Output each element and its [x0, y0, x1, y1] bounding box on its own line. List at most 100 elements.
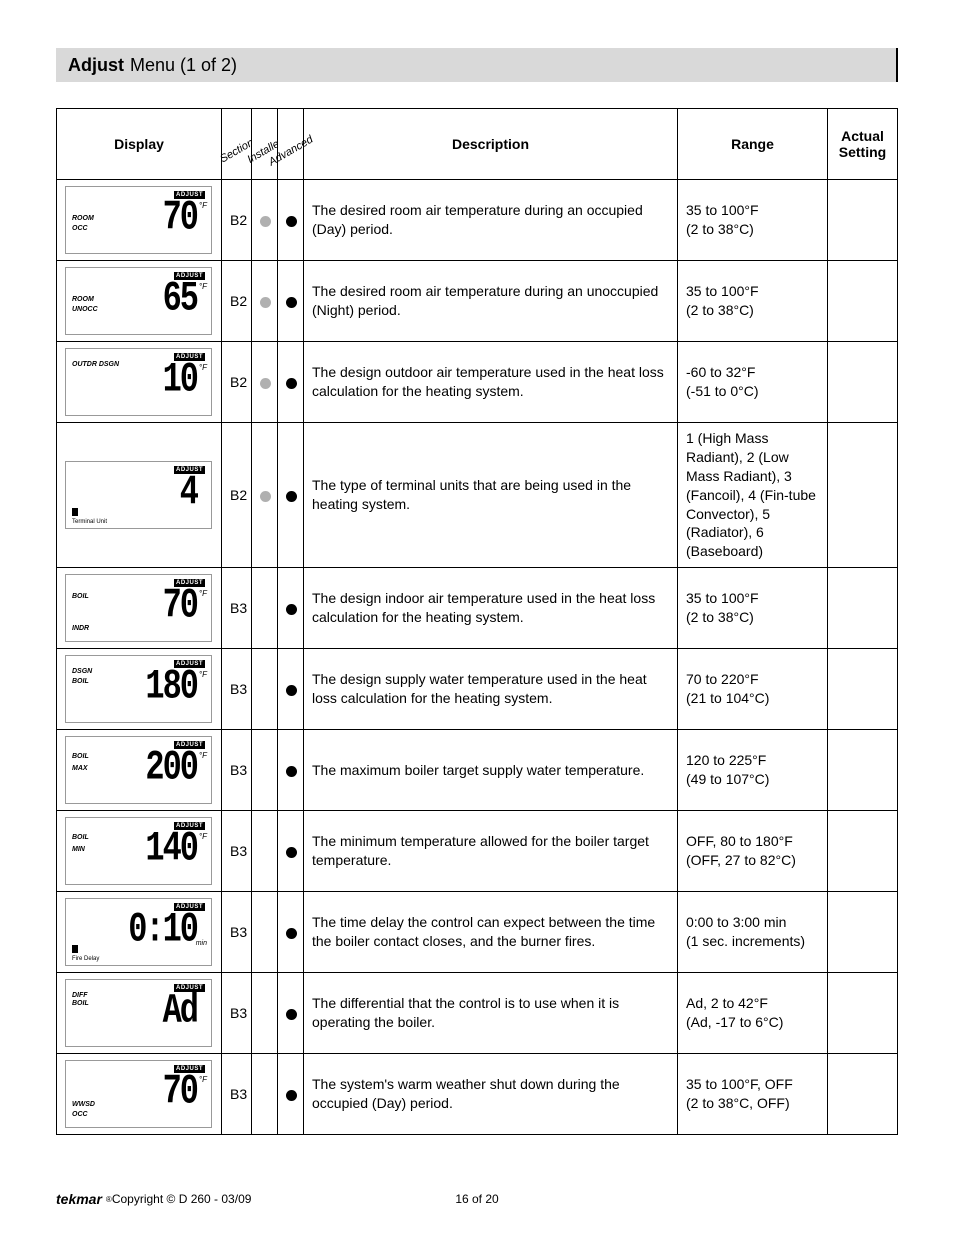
- actual-setting-cell: [828, 342, 898, 423]
- lcd-subunit: min: [196, 940, 207, 947]
- lcd-label-2: OCC: [72, 1111, 88, 1118]
- header-advanced: Advanced: [278, 109, 304, 180]
- dot-icon: [286, 604, 297, 615]
- installer-cell: [252, 973, 278, 1054]
- dot-icon: [286, 685, 297, 696]
- table-row: ADJUST0:10minFire DelayB3The time delay …: [57, 892, 898, 973]
- range-cell: Ad, 2 to 42°F(Ad, -17 to 6°C): [678, 973, 828, 1054]
- lcd-value: 180: [145, 663, 197, 711]
- dot-icon: [286, 847, 297, 858]
- header-description: Description: [304, 109, 678, 180]
- title-rest: Menu (1 of 2): [130, 55, 237, 76]
- lcd-label-2: OCC: [72, 225, 88, 232]
- installer-cell: [252, 342, 278, 423]
- actual-setting-cell: [828, 423, 898, 568]
- description-cell: The maximum boiler target supply water t…: [304, 730, 678, 811]
- lcd-label-1: WWSD: [72, 1101, 95, 1108]
- advanced-cell: [278, 342, 304, 423]
- range-cell: 0:00 to 3:00 min(1 sec. increments): [678, 892, 828, 973]
- lcd-label-2: UNOCC: [72, 306, 98, 313]
- lcd-unit: °F: [199, 201, 207, 210]
- table-container: Display Section Installer Advanced Descr…: [56, 108, 898, 1135]
- dot-icon: [260, 491, 271, 502]
- installer-cell: [252, 649, 278, 730]
- installer-cell: [252, 261, 278, 342]
- display-cell: ADJUST0:10minFire Delay: [57, 892, 222, 973]
- range-cell: 35 to 100°F(2 to 38°C): [678, 180, 828, 261]
- table-row: ADJUST70°FROOMOCCB2The desired room air …: [57, 180, 898, 261]
- dot-icon: [286, 766, 297, 777]
- header-section: Section: [222, 109, 252, 180]
- description-cell: The minimum temperature allowed for the …: [304, 811, 678, 892]
- lcd-label-top: DIFF: [72, 992, 88, 999]
- actual-setting-cell: [828, 649, 898, 730]
- dot-icon: [286, 297, 297, 308]
- section-cell: B3: [222, 892, 252, 973]
- display-cell: ADJUSTAdDIFFBOIL: [57, 973, 222, 1054]
- range-cell: 35 to 100°F, OFF(2 to 38°C, OFF): [678, 1054, 828, 1135]
- dot-icon: [260, 378, 271, 389]
- table-row: ADJUST200°FBOILMAXB3 The maximum boiler t…: [57, 730, 898, 811]
- header-display: Display: [57, 109, 222, 180]
- display-cell: ADJUST70°FBOILINDR: [57, 568, 222, 649]
- lcd-display: ADJUST0:10minFire Delay: [65, 898, 212, 966]
- advanced-cell: [278, 730, 304, 811]
- document-page: Adjust Menu (1 of 2) Display Section Ins…: [0, 0, 954, 1235]
- table-body: ADJUST70°FROOMOCCB2The desired room air …: [57, 180, 898, 1135]
- lcd-label-1: ROOM: [72, 296, 94, 303]
- display-cell: ADJUST65°FROOMUNOCC: [57, 261, 222, 342]
- lcd-display: ADJUST200°FBOILMAX: [65, 736, 212, 804]
- lcd-value: 0:10: [128, 906, 197, 954]
- dot-icon: [286, 216, 297, 227]
- advanced-cell: [278, 1054, 304, 1135]
- actual-setting-cell: [828, 730, 898, 811]
- lcd-unit: °F: [199, 670, 207, 679]
- lcd-unit: °F: [199, 751, 207, 760]
- lcd-unit: °F: [199, 363, 207, 372]
- description-cell: The design supply water temperature used…: [304, 649, 678, 730]
- description-cell: The design indoor air temperature used i…: [304, 568, 678, 649]
- lcd-label-1: BOIL: [72, 593, 89, 600]
- lcd-value: 10: [163, 355, 197, 403]
- range-cell: 35 to 100°F(2 to 38°C): [678, 261, 828, 342]
- lcd-label-1: ROOM: [72, 215, 94, 222]
- lcd-display: ADJUST140°FBOILMIN: [65, 817, 212, 885]
- range-cell: 70 to 220°F(21 to 104°C): [678, 649, 828, 730]
- table-row: ADJUST4Terminal UnitB2The type of termin…: [57, 423, 898, 568]
- range-cell: OFF, 80 to 180°F(OFF, 27 to 82°C): [678, 811, 828, 892]
- section-cell: B3: [222, 1054, 252, 1135]
- lcd-display: ADJUST70°FROOMOCC: [65, 186, 212, 254]
- installer-cell: [252, 811, 278, 892]
- dot-icon: [260, 216, 271, 227]
- description-cell: The desired room air temperature during …: [304, 261, 678, 342]
- lcd-display: ADJUST180°FDSGNBOIL: [65, 655, 212, 723]
- lcd-value: 200: [145, 744, 197, 792]
- lcd-value: 70: [163, 1068, 197, 1116]
- table-row: ADJUST70°FWWSDOCCB3The system's warm wea…: [57, 1054, 898, 1135]
- description-cell: The system's warm weather shut down duri…: [304, 1054, 678, 1135]
- advanced-cell: [278, 180, 304, 261]
- range-cell: 1 (High Mass Radiant), 2 (Low Mass Radia…: [678, 423, 828, 568]
- lcd-label-1: BOIL: [72, 834, 89, 841]
- advanced-cell: [278, 811, 304, 892]
- lcd-label-2: MAX: [72, 765, 88, 772]
- lcd-value: 65: [163, 274, 197, 322]
- lcd-label-2: MIN: [72, 846, 85, 853]
- header-installer: Installer: [252, 109, 278, 180]
- section-cell: B3: [222, 730, 252, 811]
- actual-setting-cell: [828, 568, 898, 649]
- table-row: ADJUST65°FROOMUNOCCB2The desired room ai…: [57, 261, 898, 342]
- lcd-value: 140: [145, 825, 197, 873]
- actual-setting-cell: [828, 261, 898, 342]
- lcd-display: ADJUSTAdDIFFBOIL: [65, 979, 212, 1047]
- lcd-display: ADJUST70°FBOILINDR: [65, 574, 212, 642]
- advanced-cell: [278, 973, 304, 1054]
- lcd-bottom-label: Terminal Unit: [72, 519, 107, 525]
- dot-icon: [286, 378, 297, 389]
- display-cell: ADJUST70°FROOMOCC: [57, 180, 222, 261]
- advanced-cell: [278, 423, 304, 568]
- advanced-cell: [278, 261, 304, 342]
- dot-icon: [286, 491, 297, 502]
- lcd-label-1: BOIL: [72, 1000, 89, 1007]
- lcd-bottom-label: Fire Delay: [72, 956, 99, 962]
